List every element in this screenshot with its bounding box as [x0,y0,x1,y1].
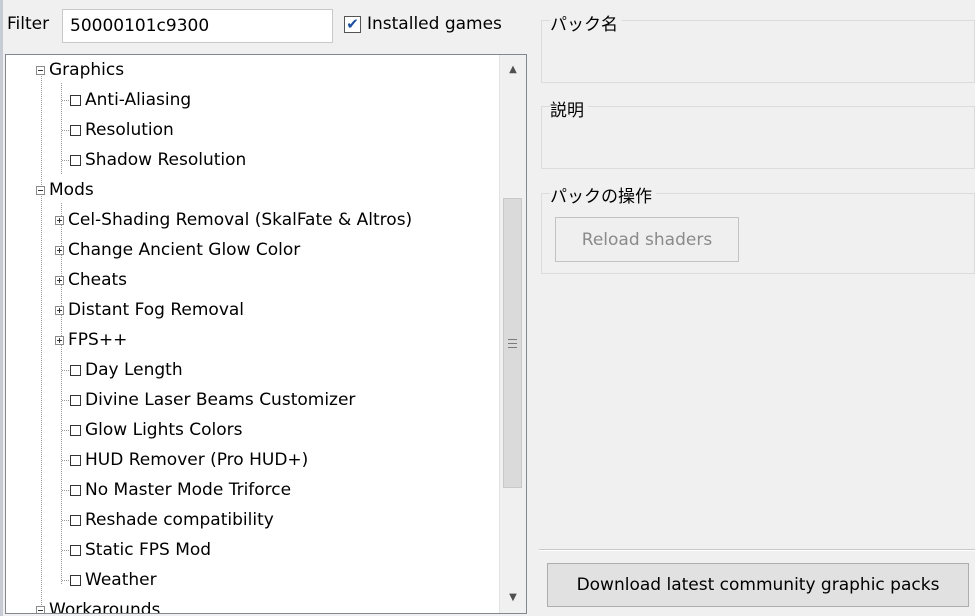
scrollbar-thumb[interactable] [503,198,522,488]
tree-node-change-ancient-glow-color[interactable]: Change Ancient Glow Color [55,235,300,265]
checkbox-checked-icon[interactable]: ✔ [344,15,361,33]
checkbox-icon[interactable] [70,154,81,166]
scroll-down-icon[interactable]: ▼ [500,585,526,611]
tree-node-label: Anti-Aliasing [85,90,192,110]
tree-node-label: No Master Mode Triforce [85,480,292,500]
tree-node-label: Workarounds [49,600,161,613]
tree-node-label: Mods [49,180,94,200]
collapse-minus-icon[interactable] [36,65,45,75]
tree-node-label: Static FPS Mod [85,540,212,560]
tree-node-label: Distant Fog Removal [68,300,245,320]
tree-guide-line [41,72,42,613]
tree-node-shadow-resolution[interactable]: Shadow Resolution [70,145,246,175]
download-graphic-packs-button[interactable]: Download latest community graphic packs [547,563,969,607]
expand-plus-icon[interactable] [55,275,64,285]
tree-node-day-length[interactable]: Day Length [70,355,183,385]
checkbox-icon[interactable] [70,484,81,496]
installed-games-checkbox[interactable]: ✔ Installed games [344,14,502,34]
filter-input[interactable] [62,9,333,43]
tree-node-anti-aliasing[interactable]: Anti-Aliasing [70,85,191,115]
tree-node-fps-plus-plus[interactable]: FPS++ [55,325,127,355]
grip-line [508,347,517,348]
tree-node-reshade-compatibility[interactable]: Reshade compatibility [70,505,274,535]
checkbox-icon[interactable] [70,544,81,556]
tree-node-cheats[interactable]: Cheats [55,265,127,295]
tree-node-distant-fog-removal[interactable]: Distant Fog Removal [55,295,244,325]
checkbox-icon[interactable] [70,454,81,466]
tree-node-label: FPS++ [68,330,128,350]
checkbox-icon[interactable] [70,394,81,406]
tree-node-divine-laser-beams[interactable]: Divine Laser Beams Customizer [70,385,355,415]
footer-separator [539,549,975,551]
collapse-minus-icon[interactable] [36,185,45,195]
installed-games-label: Installed games [367,14,502,34]
tree-node-no-master-mode-triforce[interactable]: No Master Mode Triforce [70,475,291,505]
tree-node-label: Day Length [85,360,183,380]
expand-plus-icon[interactable] [55,305,64,315]
tree-node-label: Cheats [68,270,128,290]
pack-actions-title: パックの操作 [550,182,656,207]
tree-node-glow-lights-colors[interactable]: Glow Lights Colors [70,415,243,445]
tree-node-label: Change Ancient Glow Color [68,240,301,260]
checkbox-icon[interactable] [70,94,81,106]
reload-shaders-button[interactable]: Reload shaders [555,217,739,262]
tree-node-weather[interactable]: Weather [70,565,157,595]
pack-name-title: パック名 [550,10,622,35]
description-title: 説明 [550,96,588,121]
tree-node-resolution[interactable]: Resolution [70,115,174,145]
tree-scrollbar[interactable]: ▲ ▼ [499,55,526,613]
checkbox-icon[interactable] [70,574,81,586]
expand-plus-icon[interactable] [55,245,64,255]
scroll-up-icon[interactable]: ▲ [500,57,526,83]
tree-node-label: Weather [85,570,157,590]
grip-line [508,343,517,344]
tree-node-graphics[interactable]: Graphics [36,55,124,85]
checkbox-icon[interactable] [70,364,81,376]
graphic-packs-tree[interactable]: Graphics Anti-Aliasing Resolution Shadow… [5,54,527,614]
expand-plus-icon[interactable] [55,335,64,345]
tree-node-label: Reshade compatibility [85,510,274,530]
tree-node-label: Shadow Resolution [85,150,247,170]
grip-line [508,339,517,340]
window-edge [0,0,3,616]
tree-node-workarounds[interactable]: Workarounds [36,595,160,613]
tree-node-label: Divine Laser Beams Customizer [85,390,356,410]
tree-node-mods[interactable]: Mods [36,175,94,205]
checkbox-icon[interactable] [70,424,81,436]
tree-content: Graphics Anti-Aliasing Resolution Shadow… [6,55,500,613]
checkbox-icon[interactable] [70,514,81,526]
tree-node-label: Glow Lights Colors [85,420,243,440]
checkbox-icon[interactable] [70,124,81,136]
tree-node-label: HUD Remover (Pro HUD+) [85,450,309,470]
tree-node-label: Resolution [85,120,174,140]
tree-node-static-fps-mod[interactable]: Static FPS Mod [70,535,211,565]
tree-node-hud-remover[interactable]: HUD Remover (Pro HUD+) [70,445,308,475]
collapse-minus-icon[interactable] [36,605,45,613]
tree-node-label: Graphics [49,60,125,80]
expand-plus-icon[interactable] [55,215,64,225]
filter-label: Filter [7,14,50,34]
tree-node-cel-shading-removal[interactable]: Cel-Shading Removal (SkalFate & Altros) [55,205,412,235]
description-group [541,106,975,169]
tree-node-label: Cel-Shading Removal (SkalFate & Altros) [68,210,413,230]
